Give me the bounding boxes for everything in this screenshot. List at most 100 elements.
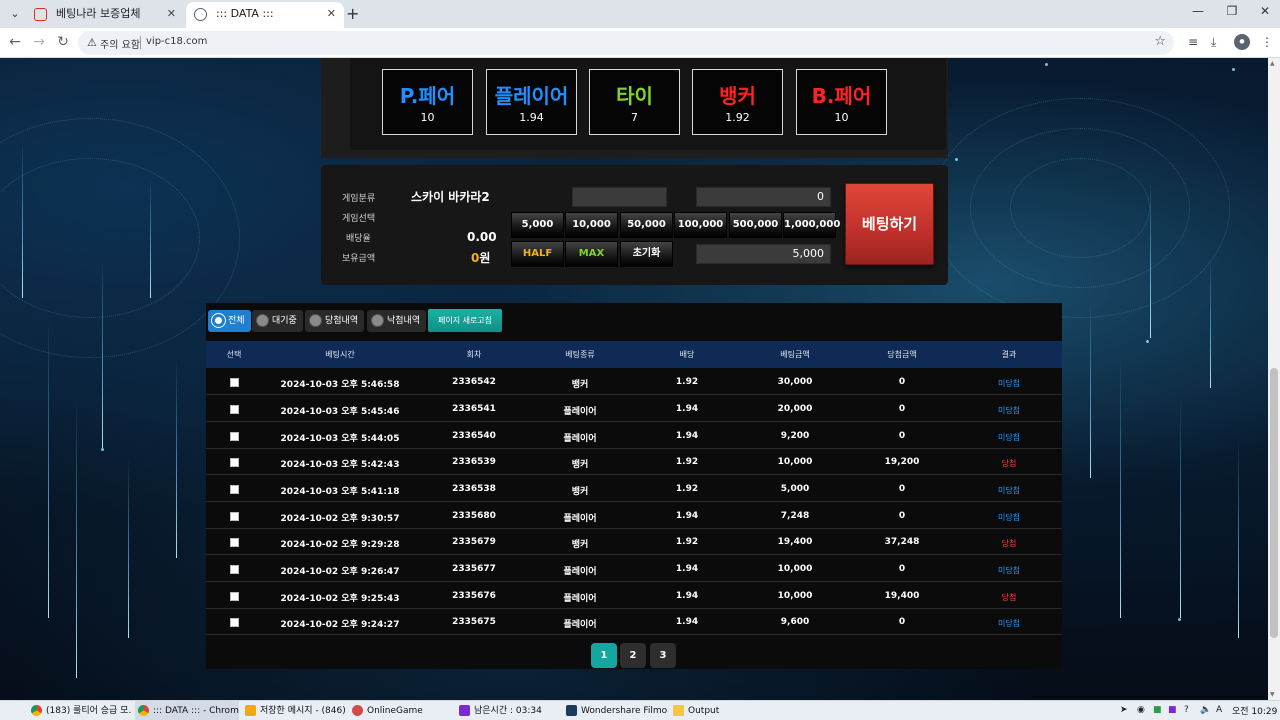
page-scrollbar[interactable]: ▲ ▼: [1268, 58, 1280, 700]
chip-10000-button[interactable]: 10,000: [565, 212, 618, 238]
taskbar-label: 저장한 메시지 - (846): [260, 706, 346, 716]
row-checkbox[interactable]: [230, 592, 239, 601]
cell-type: 플레이어: [563, 407, 597, 417]
taskbar-item-output[interactable]: Output: [670, 701, 774, 720]
row-checkbox[interactable]: [230, 485, 239, 494]
close-window-icon[interactable]: ✕: [1255, 4, 1275, 18]
col-bet-amount: 베팅금액: [780, 350, 810, 359]
row-checkbox[interactable]: [230, 512, 239, 521]
bookmark-star-icon[interactable]: ☆: [1154, 34, 1166, 49]
address-bar[interactable]: ⚠ 주의 요함 vip-c18.com ☆: [78, 31, 1174, 55]
forward-icon[interactable]: →: [30, 34, 48, 50]
decor: [1150, 178, 1151, 338]
language-icon[interactable]: A: [1216, 705, 1222, 715]
chip-100000-button[interactable]: 100,000: [674, 212, 727, 238]
telegram-tray-icon[interactable]: ➤: [1120, 705, 1128, 715]
cell-round: 2336538: [452, 484, 496, 494]
option-odds: 1.92: [725, 111, 750, 124]
system-clock[interactable]: 오전 10:29: [1232, 704, 1277, 717]
app-tray-icon[interactable]: ■: [1168, 705, 1177, 715]
cell-round: 2336540: [452, 431, 496, 441]
chrome-tray-icon[interactable]: ◉: [1137, 705, 1145, 715]
option-odds: 1.94: [519, 111, 544, 124]
minimize-icon[interactable]: —: [1188, 4, 1208, 18]
page-2-button[interactable]: 2: [620, 643, 646, 668]
chip-5000-button[interactable]: 5,000: [511, 212, 564, 238]
filter-lost[interactable]: 낙첨내역: [367, 310, 427, 332]
cell-type: 플레이어: [563, 620, 597, 630]
tab-search-icon[interactable]: ⌄: [6, 5, 24, 23]
cell-win-amount: 0: [898, 377, 906, 387]
cell-win-amount: 0: [898, 564, 906, 574]
row-checkbox[interactable]: [230, 378, 239, 387]
chip-1000000-button[interactable]: 1,000,000: [783, 212, 840, 238]
scroll-up-icon[interactable]: ▲: [1270, 60, 1275, 67]
filter-all[interactable]: 전체: [208, 310, 251, 332]
volume-icon[interactable]: 🔈: [1200, 705, 1211, 715]
cell-time: 2024-10-03 오후 5:45:46: [280, 407, 400, 417]
balance-value: 0원: [471, 249, 490, 266]
filter-label: 낙첨내역: [387, 316, 421, 326]
taskbar-item-chrome-2[interactable]: ::: DATA ::: - Chrome: [135, 701, 239, 720]
place-bet-button[interactable]: 베팅하기: [845, 183, 934, 265]
max-button[interactable]: MAX: [565, 241, 618, 267]
bet-option-tie[interactable]: 타이 7: [589, 69, 680, 135]
menu-kebab-icon[interactable]: ⋮: [1261, 35, 1273, 49]
reload-icon[interactable]: ↻: [54, 34, 72, 50]
cell-bet-amount: 19,400: [777, 537, 813, 547]
bet-option-p-pair[interactable]: P.페어 10: [382, 69, 473, 135]
page-1-button[interactable]: 1: [591, 643, 617, 668]
taskbar-item-filmora[interactable]: Wondershare Filmora: [563, 701, 667, 720]
bet-option-player[interactable]: 플레이어 1.94: [486, 69, 577, 135]
folder-icon: [673, 705, 684, 716]
bet-option-banker[interactable]: 뱅커 1.92: [692, 69, 783, 135]
reset-button[interactable]: 초기화: [620, 241, 673, 267]
row-checkbox[interactable]: [230, 405, 239, 414]
cell-type: 뱅커: [571, 460, 589, 470]
filter-pending[interactable]: 대기중: [252, 310, 303, 332]
decor: [1210, 258, 1211, 388]
close-tab-icon[interactable]: ✕: [167, 2, 176, 26]
decor: [128, 458, 129, 638]
row-checkbox[interactable]: [230, 432, 239, 441]
row-checkbox[interactable]: [230, 458, 239, 467]
row-checkbox[interactable]: [230, 538, 239, 547]
tab-inactive[interactable]: 베팅나라 보증업체 ✕: [26, 2, 184, 28]
profile-avatar-icon[interactable]: ●: [1234, 34, 1250, 50]
bet-amount-input[interactable]: 5,000: [696, 244, 831, 264]
close-tab-icon[interactable]: ✕: [327, 2, 336, 26]
option-name: 플레이어: [494, 84, 569, 108]
help-tray-icon[interactable]: ?: [1184, 705, 1189, 715]
new-tab-icon[interactable]: +: [346, 4, 359, 23]
row-checkbox[interactable]: [230, 618, 239, 627]
taskbar-item-onlinegame[interactable]: OnlineGame: [349, 701, 453, 720]
label-odds: 배당율: [346, 234, 371, 244]
url-text[interactable]: vip-c18.com: [146, 36, 207, 47]
security-warning[interactable]: 주의 요함: [100, 36, 140, 51]
back-icon[interactable]: ←: [6, 34, 24, 50]
restore-icon[interactable]: ❐: [1222, 4, 1242, 18]
scroll-thumb[interactable]: [1270, 368, 1278, 638]
reading-list-icon[interactable]: ≡: [1188, 35, 1198, 49]
browser-toolbar: ← → ↻ ⚠ 주의 요함 vip-c18.com ☆ ≡ ⤓ ● ⋮: [0, 28, 1280, 58]
page-refresh-button[interactable]: 페이지 새로고침: [428, 309, 502, 332]
taskbar-item-timer[interactable]: 남은시간 : 03:34: [456, 701, 560, 720]
decor: [1178, 618, 1181, 621]
filter-label: 전체: [228, 316, 245, 326]
game-icon: [352, 705, 363, 716]
taskbar-item-telegram[interactable]: 저장한 메시지 - (846): [242, 701, 346, 720]
taskbar-item-chrome-1[interactable]: (183) 룰티어 승급 모...: [28, 701, 132, 720]
shield-tray-icon[interactable]: ■: [1153, 705, 1162, 715]
chip-50000-button[interactable]: 50,000: [620, 212, 673, 238]
tab-active[interactable]: ::: DATA ::: ✕: [186, 2, 344, 28]
bet-option-b-pair[interactable]: B.페어 10: [796, 69, 887, 135]
odds-value: 0.00: [467, 230, 497, 244]
row-checkbox[interactable]: [230, 565, 239, 574]
scroll-down-icon[interactable]: ▼: [1270, 691, 1275, 698]
half-button[interactable]: HALF: [511, 241, 564, 267]
page-3-button[interactable]: 3: [650, 643, 676, 668]
taskbar-label: Wondershare Filmora: [581, 706, 667, 716]
chip-500000-button[interactable]: 500,000: [729, 212, 782, 238]
download-icon[interactable]: ⤓: [1211, 35, 1216, 50]
filter-won[interactable]: 당첨내역: [305, 310, 365, 332]
